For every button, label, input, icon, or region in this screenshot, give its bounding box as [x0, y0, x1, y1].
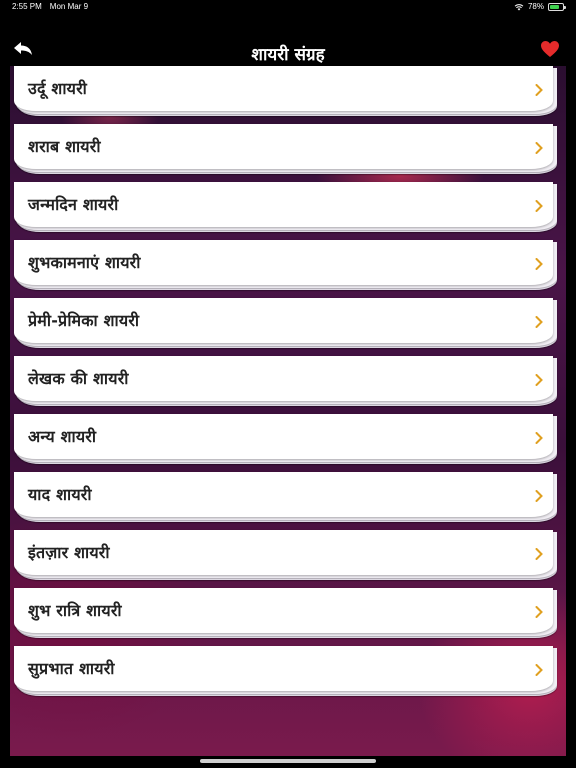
wifi-icon: [514, 4, 524, 11]
battery-percent: 78%: [527, 2, 544, 11]
list-item-label: याद शायरी: [28, 485, 92, 504]
home-indicator[interactable]: [200, 759, 376, 763]
card-front: प्रेमी-प्रेमिका शायरी: [14, 298, 553, 343]
chevron-right-icon: [535, 142, 543, 154]
chevron-right-icon: [535, 606, 543, 618]
card-stack: याद शायरी: [14, 472, 559, 522]
status-bar: 2:55 PM Mon Mar 9 78%: [0, 0, 576, 14]
nav-bar: शायरी संग्रह: [0, 30, 576, 66]
card-front: शराब शायरी: [14, 124, 553, 169]
chevron-right-icon: [535, 432, 543, 444]
battery-fill: [550, 5, 560, 9]
card-stack: अन्य शायरी: [14, 414, 559, 464]
card-stack: प्रेमी-प्रेमिका शायरी: [14, 298, 559, 348]
list-item[interactable]: लेखक की शायरी: [14, 356, 559, 414]
category-list-container: उर्दू शायरी शराब शायरी जन्मदिन शायरी शुभकाम…: [10, 66, 566, 756]
card-front: सुप्रभात शायरी: [14, 646, 553, 691]
card-stack: शराब शायरी: [14, 124, 559, 174]
battery-tip: [564, 6, 566, 9]
card-front: लेखक की शायरी: [14, 356, 553, 401]
battery-icon: [548, 3, 566, 11]
card-stack: सुप्रभात शायरी: [14, 646, 559, 696]
card-front: अन्य शायरी: [14, 414, 553, 459]
list-item-label: शुभ रात्रि शायरी: [28, 601, 122, 620]
chevron-right-icon: [535, 664, 543, 676]
list-item[interactable]: जन्मदिन शायरी: [14, 182, 559, 240]
list-item-label: शुभकामनाएं शायरी: [28, 253, 141, 272]
list-item-label: जन्मदिन शायरी: [28, 195, 119, 214]
card-stack: लेखक की शायरी: [14, 356, 559, 406]
card-front: जन्मदिन शायरी: [14, 182, 553, 227]
list-item[interactable]: अन्य शायरी: [14, 414, 559, 472]
chevron-right-icon: [535, 84, 543, 96]
heart-icon[interactable]: [540, 40, 560, 58]
status-time: 2:55 PM: [12, 2, 42, 11]
chevron-right-icon: [535, 490, 543, 502]
card-front: शुभकामनाएं शायरी: [14, 240, 553, 285]
list-item-label: इंतज़ार शायरी: [28, 543, 110, 562]
list-item-label: शराब शायरी: [28, 137, 101, 156]
card-stack: शुभकामनाएं शायरी: [14, 240, 559, 290]
chevron-right-icon: [535, 316, 543, 328]
chevron-right-icon: [535, 258, 543, 270]
card-stack: जन्मदिन शायरी: [14, 182, 559, 232]
list-item-label: लेखक की शायरी: [28, 369, 129, 388]
chevron-right-icon: [535, 548, 543, 560]
card-front: शुभ रात्रि शायरी: [14, 588, 553, 633]
list-item[interactable]: शुभकामनाएं शायरी: [14, 240, 559, 298]
card-front: इंतज़ार शायरी: [14, 530, 553, 575]
status-left: 2:55 PM Mon Mar 9: [12, 0, 88, 14]
chevron-right-icon: [535, 374, 543, 386]
category-list: उर्दू शायरी शराब शायरी जन्मदिन शायरी शुभकाम…: [14, 66, 559, 704]
chevron-right-icon: [535, 200, 543, 212]
card-stack: शुभ रात्रि शायरी: [14, 588, 559, 638]
list-item[interactable]: सुप्रभात शायरी: [14, 646, 559, 704]
list-item-label: सुप्रभात शायरी: [28, 659, 115, 678]
list-item[interactable]: इंतज़ार शायरी: [14, 530, 559, 588]
list-item-label: प्रेमी-प्रेमिका शायरी: [28, 311, 140, 330]
card-front: याद शायरी: [14, 472, 553, 517]
list-item-label: उर्दू शायरी: [28, 79, 88, 98]
page-title: शायरी संग्रह: [251, 45, 325, 65]
list-item[interactable]: शुभ रात्रि शायरी: [14, 588, 559, 646]
list-item[interactable]: शराब शायरी: [14, 124, 559, 182]
card-front: उर्दू शायरी: [14, 66, 553, 111]
list-item[interactable]: याद शायरी: [14, 472, 559, 530]
list-item[interactable]: उर्दू शायरी: [14, 66, 559, 124]
app-screen: 2:55 PM Mon Mar 9 78% शायरी संग्रह उर्दू…: [0, 0, 576, 768]
status-date: Mon Mar 9: [49, 2, 89, 11]
card-stack: उर्दू शायरी: [14, 66, 559, 116]
status-right: 78%: [514, 0, 566, 14]
card-stack: इंतज़ार शायरी: [14, 530, 559, 580]
list-item[interactable]: प्रेमी-प्रेमिका शायरी: [14, 298, 559, 356]
list-item-label: अन्य शायरी: [28, 427, 97, 446]
